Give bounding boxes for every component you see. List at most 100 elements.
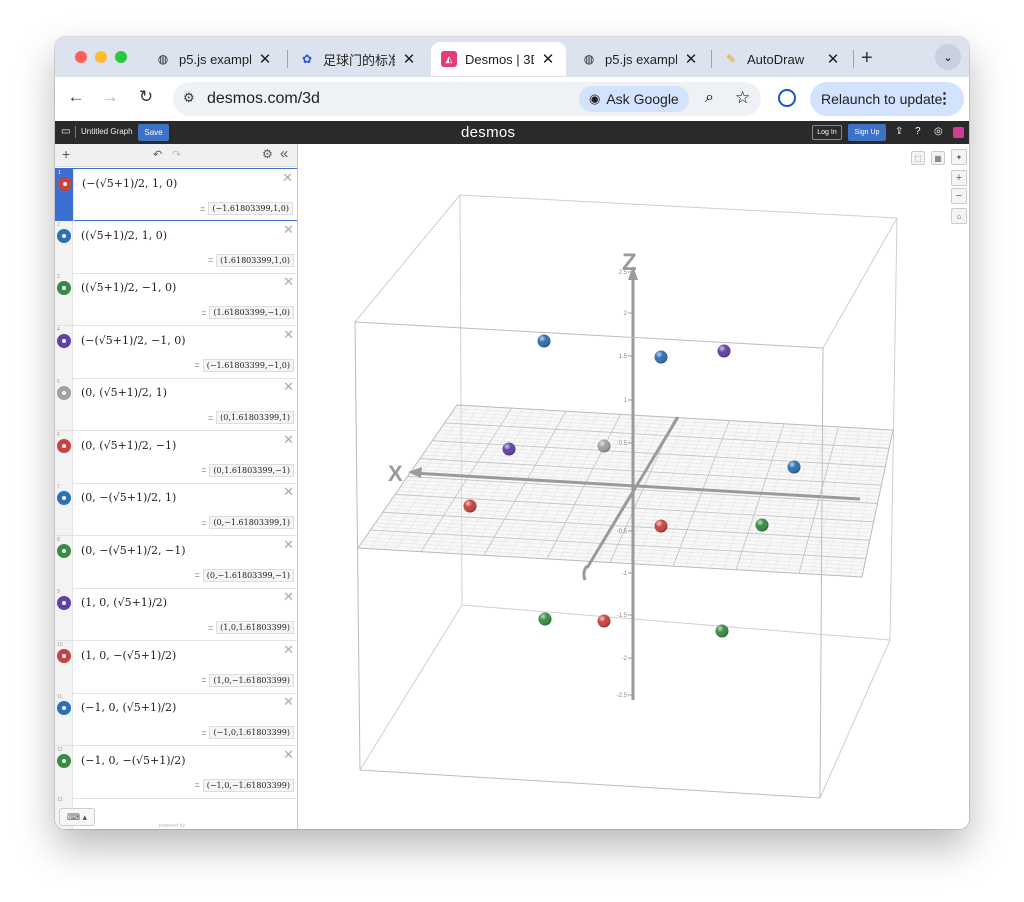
settings-gear-icon[interactable]: ⚙ <box>262 147 273 161</box>
delete-expression-icon[interactable]: ✕ <box>283 589 294 605</box>
expression-row[interactable]: 6 (0, (√5+1)/2, −1) ✕ = (0,1.61803399,−1) <box>55 430 297 484</box>
expression-gutter[interactable]: 7 <box>55 483 73 535</box>
point-color-icon[interactable] <box>57 438 71 453</box>
point-color-icon[interactable] <box>57 386 71 400</box>
zoom-icon[interactable]: ⌕ <box>705 89 714 107</box>
expression-latex[interactable]: (−(√5+1)/2, 1, 0) <box>82 177 177 190</box>
desmos-brand-icon[interactable] <box>953 127 964 138</box>
point-color-icon[interactable] <box>57 596 71 610</box>
expression-gutter[interactable]: 11 <box>55 693 73 745</box>
share-icon[interactable]: ⇪ <box>895 126 903 137</box>
tab-p5js-2[interactable]: ◍ p5.js example ✕ <box>571 42 709 76</box>
collapse-list-icon[interactable]: « <box>280 145 288 162</box>
new-tab-button[interactable]: + <box>861 47 873 70</box>
expression-latex[interactable]: (0, (√5+1)/2, −1) <box>81 439 176 452</box>
redo-icon[interactable]: ↷ <box>172 148 181 161</box>
expression-latex[interactable]: (0, (√5+1)/2, 1) <box>81 386 167 399</box>
expression-latex[interactable]: (−1, 0, (√5+1)/2) <box>81 701 176 714</box>
expression-gutter[interactable]: 1 <box>56 169 74 221</box>
delete-expression-icon[interactable]: ✕ <box>283 642 294 658</box>
expression-gutter[interactable]: 6 <box>55 430 73 483</box>
zoom-out-icon[interactable]: − <box>951 188 967 204</box>
point-color-icon[interactable] <box>57 648 71 663</box>
save-button[interactable]: Save <box>138 124 169 141</box>
tab-search-chevron-icon[interactable]: ⌄ <box>935 44 961 70</box>
delete-expression-icon[interactable]: ✕ <box>283 327 294 343</box>
bookmark-star-icon[interactable]: ☆ <box>735 88 750 108</box>
login-button[interactable]: Log In <box>812 125 842 140</box>
maximize-window-button[interactable] <box>115 51 127 63</box>
point-color-icon[interactable] <box>57 491 71 505</box>
delete-expression-icon[interactable]: ✕ <box>282 170 293 186</box>
delete-expression-icon[interactable]: ✕ <box>283 484 294 500</box>
delete-expression-icon[interactable]: ✕ <box>283 747 294 763</box>
expression-gutter[interactable]: 5 <box>55 378 73 430</box>
expression-row[interactable]: 12 (−1, 0, −(√5+1)/2) ✕ = (−1,0,−1.61803399) <box>55 745 297 799</box>
3d-view-cube-icon[interactable]: ⬚ <box>911 151 925 165</box>
close-window-button[interactable] <box>75 51 87 63</box>
close-tab-icon[interactable]: ✕ <box>257 50 273 68</box>
point-color-icon[interactable] <box>57 333 71 348</box>
tab-desmos[interactable]: ◭ Desmos | 3D ✕ <box>431 42 566 76</box>
delete-expression-icon[interactable]: ✕ <box>283 379 294 395</box>
expression-row[interactable]: 8 (0, −(√5+1)/2, −1) ✕ = (0,−1.61803399,−1) <box>55 535 297 589</box>
delete-expression-icon[interactable]: ✕ <box>283 274 294 290</box>
point-color-icon[interactable] <box>58 177 72 191</box>
folder-icon[interactable]: ▭ <box>61 126 70 137</box>
expression-latex[interactable]: (0, −(√5+1)/2, 1) <box>81 491 176 504</box>
add-expression-icon[interactable]: + <box>62 146 70 162</box>
point-color-icon[interactable] <box>57 753 71 768</box>
expression-row[interactable]: 3 ((√5+1)/2, −1, 0) ✕ = (1.61803399,−1,0) <box>55 273 297 326</box>
expression-latex[interactable]: (−(√5+1)/2, −1, 0) <box>81 334 186 347</box>
expression-row[interactable]: 2 ((√5+1)/2, 1, 0) ✕ = (1.61803399,1,0) <box>55 220 297 274</box>
expression-gutter[interactable]: 4 <box>55 325 73 378</box>
point-color-icon[interactable] <box>57 281 71 295</box>
point-color-icon[interactable] <box>57 543 71 558</box>
delete-expression-icon[interactable]: ✕ <box>283 694 294 710</box>
profile-avatar-icon[interactable] <box>778 89 796 107</box>
url-text[interactable]: desmos.com/3d <box>207 90 320 108</box>
expression-row[interactable]: 11 (−1, 0, (√5+1)/2) ✕ = (−1,0,1.61803399) <box>55 693 297 746</box>
delete-expression-icon[interactable]: ✕ <box>283 432 294 448</box>
language-globe-icon[interactable]: ◎ <box>934 126 943 137</box>
undo-icon[interactable]: ↶ <box>153 148 162 161</box>
expression-latex[interactable]: ((√5+1)/2, −1, 0) <box>81 281 176 294</box>
tab-p5js-1[interactable]: ◍ p5.js example ✕ <box>145 42 283 76</box>
address-bar[interactable]: ⚙ desmos.com/3d ◉ Ask Google ⌕ ☆ <box>173 82 761 116</box>
keyboard-toggle-icon[interactable]: ⌨ ▴ <box>59 808 95 826</box>
back-arrow-icon[interactable]: ← <box>65 87 87 107</box>
zoom-in-icon[interactable]: + <box>951 170 967 186</box>
close-tab-icon[interactable]: ✕ <box>540 50 556 68</box>
3d-graph-svg[interactable]: 2.521.510.5-0.5-1-1.5-2-2.5ZX <box>299 144 969 829</box>
expression-row[interactable]: 1 (−(√5+1)/2, 1, 0) ✕ = (−1.61803399,1,0) <box>55 168 297 221</box>
expression-gutter[interactable]: 2 <box>55 220 73 273</box>
graph-canvas[interactable]: 2.5 2 1.5 1 0.5 -0.5 -1 -1.5 -2 -2.5 Z X ⬚ ▦ ✦ + − … <box>299 144 969 829</box>
expression-gutter[interactable]: 3 <box>55 273 73 325</box>
minimize-window-button[interactable] <box>95 51 107 63</box>
expression-latex[interactable]: (1, 0, −(√5+1)/2) <box>81 649 176 662</box>
expression-gutter[interactable]: 8 <box>55 535 73 588</box>
expression-gutter[interactable]: 9 <box>55 588 73 640</box>
site-settings-icon[interactable]: ⚙ <box>183 90 195 106</box>
expression-row[interactable]: 7 (0, −(√5+1)/2, 1) ✕ = (0,−1.61803399,1) <box>55 483 297 536</box>
relaunch-button[interactable]: Relaunch to update ⋮ <box>810 82 964 116</box>
home-icon[interactable]: ⌂ <box>951 208 967 224</box>
reload-icon[interactable]: ↻ <box>135 87 157 107</box>
grid-icon[interactable]: ▦ <box>931 151 945 165</box>
expression-latex[interactable]: (1, 0, (√5+1)/2) <box>81 596 167 609</box>
expression-row[interactable]: 10 (1, 0, −(√5+1)/2) ✕ = (1,0,−1.61803399) <box>55 640 297 694</box>
graph-title[interactable]: Untitled Graph <box>81 127 133 136</box>
expression-latex[interactable]: (0, −(√5+1)/2, −1) <box>81 544 186 557</box>
close-tab-icon[interactable]: ✕ <box>401 50 417 68</box>
tab-autodraw[interactable]: ✎ AutoDraw ✕ <box>713 42 851 76</box>
expression-gutter[interactable]: 10 <box>55 640 73 693</box>
expression-latex[interactable]: ((√5+1)/2, 1, 0) <box>81 229 167 242</box>
close-tab-icon[interactable]: ✕ <box>825 50 841 68</box>
expression-row[interactable]: 5 (0, (√5+1)/2, 1) ✕ = (0,1.61803399,1) <box>55 378 297 431</box>
delete-expression-icon[interactable]: ✕ <box>283 222 294 238</box>
point-color-icon[interactable] <box>57 701 71 715</box>
point-color-icon[interactable] <box>57 228 71 243</box>
expression-row[interactable]: 9 (1, 0, (√5+1)/2) ✕ = (1,0,1.61803399) <box>55 588 297 641</box>
more-menu-icon[interactable]: ⋮ <box>937 89 952 107</box>
wrench-icon[interactable]: ✦ <box>951 149 967 165</box>
